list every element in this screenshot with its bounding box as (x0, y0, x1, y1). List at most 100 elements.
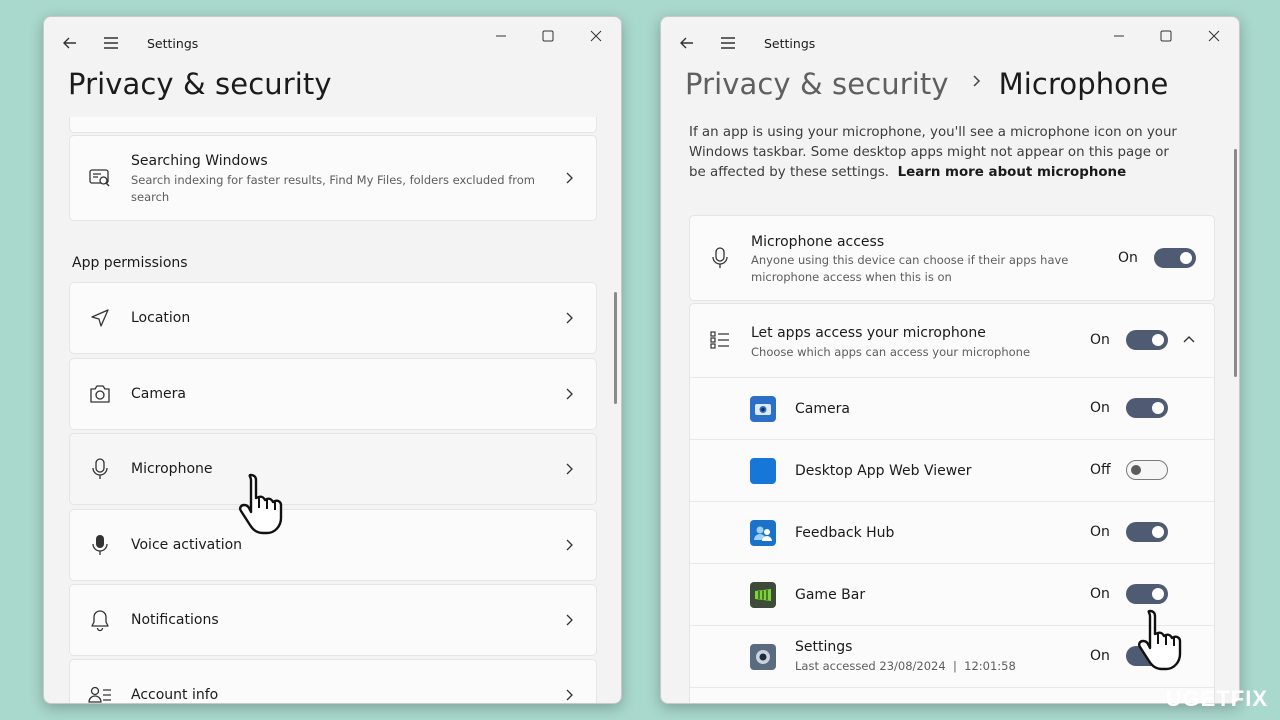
back-arrow-icon[interactable] (60, 33, 80, 53)
permission-item-location[interactable]: Location (69, 282, 597, 354)
app-name: Game Bar (795, 587, 866, 603)
chevron-right-icon (566, 388, 573, 400)
let-apps-access-toggle[interactable] (1126, 330, 1168, 350)
chevron-right-icon (566, 312, 573, 324)
chevron-up-icon[interactable] (1182, 334, 1196, 344)
game-bar-app-toggle[interactable] (1126, 584, 1168, 604)
permission-item-microphone[interactable]: Microphone (69, 433, 597, 505)
breadcrumb-current: Microphone (998, 67, 1169, 101)
scrollbar-thumb[interactable] (614, 292, 617, 404)
learn-more-link[interactable]: Learn more about microphone (898, 165, 1127, 180)
page-description: If an app is using your microphone, you'… (689, 123, 1189, 183)
window-title: Settings (764, 36, 816, 51)
bell-icon (88, 608, 112, 632)
app-name: Feedback Hub (795, 525, 895, 541)
camera-app-toggle[interactable] (1126, 398, 1168, 418)
window-title: Settings (147, 36, 199, 51)
toggle-state-label: On (1090, 648, 1110, 664)
minimize-button[interactable] (1104, 25, 1134, 47)
hand-cursor-icon (239, 473, 283, 535)
hamburger-menu-icon[interactable] (102, 34, 120, 52)
maximize-icon (542, 30, 554, 42)
toggle-state-label: On (1090, 332, 1110, 348)
close-icon (590, 30, 602, 42)
hand-cursor-icon (1138, 609, 1182, 671)
let-apps-access-subtitle: Choose which apps can access your microp… (751, 345, 1031, 359)
app-name: Desktop App Web Viewer (795, 463, 972, 479)
microphone-access-card: Microphone access Anyone using this devi… (689, 215, 1215, 301)
app-row-feedback-hub: Feedback Hub On (690, 502, 1214, 564)
permission-item-label: Account info (131, 687, 219, 703)
scrollbar-thumb[interactable] (1234, 149, 1237, 377)
toggle-state-label: On (1090, 586, 1110, 602)
app-toggle-group: On (1090, 522, 1168, 542)
microphone-access-title: Microphone access (751, 234, 885, 250)
voice-activation-icon (88, 533, 112, 557)
close-icon (1208, 30, 1220, 42)
let-apps-access-header[interactable]: Let apps access your microphone Choose w… (690, 304, 1214, 378)
settings-window-right: Settings Privacy & security Microphone If… (660, 16, 1240, 704)
chevron-right-icon (566, 614, 573, 626)
web-viewer-app-toggle[interactable] (1126, 460, 1168, 480)
feedback-hub-app-icon (750, 520, 776, 546)
hamburger-menu-icon[interactable] (719, 34, 737, 52)
watermark-logo: UGETFIX (1165, 686, 1268, 711)
permission-item-label: Notifications (131, 612, 219, 628)
permission-item-voice-activation[interactable]: Voice activation (69, 509, 597, 581)
maximize-button[interactable] (533, 25, 563, 47)
app-toggle-group: On (1090, 398, 1168, 418)
minimize-button[interactable] (486, 25, 516, 47)
camera-icon (88, 382, 112, 406)
breadcrumb-parent[interactable]: Privacy & security (685, 67, 949, 101)
back-arrow-icon[interactable] (677, 33, 697, 53)
searching-windows-title: Searching Windows (131, 153, 268, 169)
section-label-app-permissions: App permissions (72, 255, 188, 271)
app-row-camera: Camera On (690, 378, 1214, 440)
microphone-icon (88, 457, 112, 481)
permission-item-account-info[interactable]: Account info (69, 659, 597, 703)
toggle-state-label: On (1118, 250, 1138, 266)
permission-item-label: Camera (131, 386, 186, 402)
chevron-right-icon (566, 463, 573, 475)
app-toggle-group: On (1090, 584, 1168, 604)
settings-app-icon (750, 644, 776, 670)
app-list-icon (708, 328, 732, 352)
minimize-icon (1114, 35, 1124, 37)
close-button[interactable] (581, 25, 611, 47)
microphone-access-subtitle: Anyone using this device can choose if t… (751, 253, 1069, 284)
app-name: Settings (795, 639, 853, 655)
microphone-icon (708, 246, 732, 270)
maximize-button[interactable] (1151, 25, 1181, 47)
permission-item-label: Location (131, 310, 191, 326)
search-windows-icon (88, 166, 112, 190)
close-button[interactable] (1199, 25, 1229, 47)
app-name: Camera (795, 401, 850, 417)
app-toggle-group: Off (1090, 460, 1168, 480)
page-title: Privacy & security (68, 67, 332, 101)
permission-item-camera[interactable]: Camera (69, 358, 597, 430)
breadcrumb: Privacy & security Microphone (685, 67, 1168, 101)
let-apps-toggle-group: On (1090, 330, 1168, 350)
toggle-state-label: On (1090, 400, 1110, 416)
searching-windows-card[interactable]: Searching Windows Search indexing for fa… (69, 135, 597, 221)
chevron-right-icon (566, 172, 573, 184)
let-apps-access-title: Let apps access your microphone (751, 325, 986, 341)
camera-app-icon (750, 396, 776, 422)
toggle-state-label: On (1090, 524, 1110, 540)
maximize-icon (1160, 30, 1172, 42)
feedback-hub-app-toggle[interactable] (1126, 522, 1168, 542)
microphone-access-toggle[interactable] (1154, 248, 1196, 268)
content-area: Searching Windows Search indexing for fa… (44, 117, 621, 703)
app-last-accessed: Last accessed 23/08/2024 | 12:01:58 (795, 659, 1016, 673)
microphone-access-toggle-group: On (1118, 248, 1196, 268)
settings-window-left: Settings Privacy & security Searching Wi… (43, 16, 622, 704)
game-bar-app-icon (750, 582, 776, 608)
chevron-right-icon (566, 539, 573, 551)
toggle-state-label: Off (1090, 462, 1111, 478)
app-row-desktop-app-web-viewer: Desktop App Web Viewer Off (690, 440, 1214, 502)
permission-item-notifications[interactable]: Notifications (69, 584, 597, 656)
searching-windows-subtitle: Search indexing for faster results, Find… (131, 173, 535, 204)
previous-setting-card[interactable] (69, 117, 597, 133)
minimize-icon (496, 35, 506, 37)
permission-item-label: Microphone (131, 461, 213, 477)
